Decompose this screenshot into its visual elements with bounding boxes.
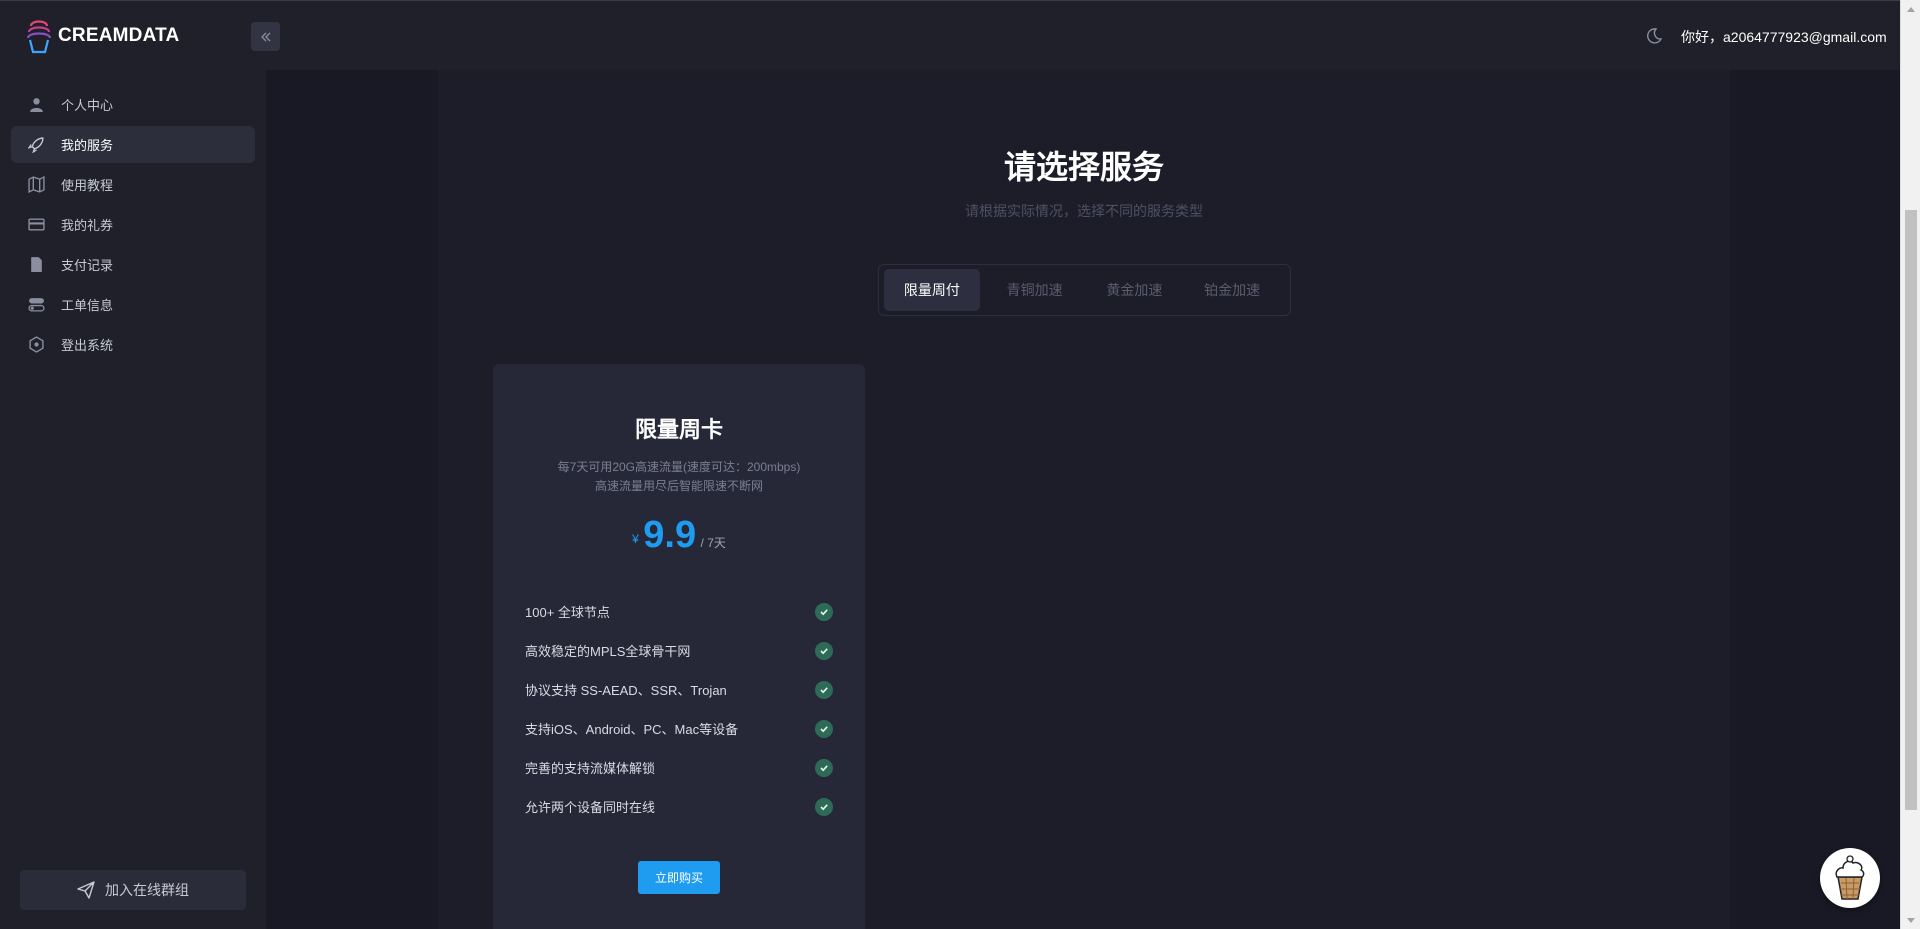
feature-item: 高效稳定的MPLS全球骨干网	[525, 631, 833, 670]
scroll-down-arrow-icon[interactable]	[1901, 912, 1920, 929]
price-unit: / 7天	[700, 536, 726, 550]
rocket-icon	[27, 136, 45, 154]
feature-item: 完善的支持流媒体解锁	[525, 748, 833, 787]
sidebar-item-label: 使用教程	[61, 178, 114, 193]
sidebar-item-label: 我的礼券	[61, 218, 114, 233]
sidebar-nav: 个人中心 我的服务 使用教程 我的礼券 支付记录 工单信息 登出系统	[11, 86, 255, 366]
sidebar-item-payments[interactable]: 支付记录	[11, 246, 255, 283]
sidebar-item-my-services[interactable]: 我的服务	[11, 126, 255, 163]
chat-widget-button[interactable]	[1820, 848, 1880, 908]
collapse-sidebar-button[interactable]	[251, 22, 280, 51]
feature-label: 允许两个设备同时在线	[525, 800, 656, 815]
send-icon	[77, 881, 95, 899]
feature-label: 协议支持 SS-AEAD、SSR、Trojan	[525, 683, 727, 698]
check-icon	[815, 602, 833, 621]
sidebar-item-label: 我的服务	[61, 138, 114, 153]
page-scrollbar[interactable]	[1900, 0, 1920, 929]
page-title: 请选择服务	[1003, 149, 1164, 185]
plan-desc-line: 高速流量用尽后智能限速不断网	[594, 479, 763, 493]
sidebar-item-label: 登出系统	[61, 338, 114, 353]
sidebar-item-logout[interactable]: 登出系统	[11, 326, 255, 363]
plan-description: 每7天可用20G高速流量(速度可达：200mbps) 高速流量用尽后智能限速不断…	[513, 458, 845, 496]
brand-name: CREAMDATA	[58, 25, 180, 46]
join-group-button[interactable]: 加入在线群组	[20, 870, 246, 910]
card-icon	[27, 216, 45, 234]
check-icon	[815, 719, 833, 738]
top-header: CREAMDATA 你好，a2064777923@gmail.com	[0, 0, 1900, 71]
cupcake-logo-icon	[26, 20, 52, 54]
sidebar-item-profile[interactable]: 个人中心	[11, 86, 255, 123]
plan-card: 限量周卡 每7天可用20G高速流量(速度可达：200mbps) 高速流量用尽后智…	[493, 364, 865, 929]
sidebar: 个人中心 我的服务 使用教程 我的礼券 支付记录 工单信息 登出系统 加入在线群…	[0, 70, 266, 929]
double-chevron-left-icon	[260, 32, 270, 41]
check-icon	[815, 797, 833, 816]
check-icon	[815, 641, 833, 660]
sidebar-item-coupons[interactable]: 我的礼券	[11, 206, 255, 243]
check-icon	[815, 680, 833, 699]
tab-gold[interactable]: 黄金加速	[1089, 269, 1179, 311]
main-left-gutter	[266, 70, 438, 929]
file-icon	[27, 256, 45, 274]
feature-label: 高效稳定的MPLS全球骨干网	[525, 644, 691, 659]
sidebar-item-tutorial[interactable]: 使用教程	[11, 166, 255, 203]
toggle-icon	[27, 296, 45, 314]
ice-cream-icon	[1835, 855, 1865, 900]
tab-bronze[interactable]: 青铜加速	[980, 269, 1090, 311]
feature-list: 100+ 全球节点 高效稳定的MPLS全球骨干网 协议支持 SS-AEAD、SS…	[525, 592, 833, 826]
service-tabs: 限量周付 青铜加速 黄金加速 铂金加速	[878, 264, 1291, 316]
buy-now-button[interactable]: 立即购买	[638, 861, 720, 894]
map-icon	[27, 176, 45, 194]
service-content: 请选择服务 请根据实际情况，选择不同的服务类型 限量周付 青铜加速 黄金加速 铂…	[438, 70, 1730, 929]
page-subtitle: 请根据实际情况，选择不同的服务类型	[965, 203, 1203, 219]
scrollbar-thumb[interactable]	[1905, 210, 1917, 810]
sidebar-item-label: 个人中心	[61, 98, 114, 113]
sidebar-item-label: 支付记录	[61, 258, 114, 273]
user-greeting[interactable]: 你好，a2064777923@gmail.com	[1681, 27, 1887, 47]
feature-item: 允许两个设备同时在线	[525, 787, 833, 826]
price-currency: ¥	[632, 532, 639, 546]
check-icon	[815, 758, 833, 777]
join-group-label: 加入在线群组	[105, 882, 189, 898]
tab-weekly[interactable]: 限量周付	[884, 269, 980, 311]
feature-label: 支持iOS、Android、PC、Mac等设备	[525, 722, 739, 737]
tab-platinum[interactable]: 铂金加速	[1179, 269, 1285, 311]
feature-item: 支持iOS、Android、PC、Mac等设备	[525, 709, 833, 748]
price-amount: 9.9	[643, 514, 697, 556]
main-right-gutter	[1730, 70, 1900, 929]
sidebar-item-tickets[interactable]: 工单信息	[11, 286, 255, 323]
scroll-up-arrow-icon[interactable]	[1901, 0, 1920, 17]
plan-desc-line: 每7天可用20G高速流量(速度可达：200mbps)	[557, 460, 801, 474]
plan-title: 限量周卡	[634, 417, 723, 442]
sidebar-item-label: 工单信息	[61, 298, 114, 313]
plan-price: ¥ 9.9 / 7天	[493, 514, 865, 557]
moon-icon[interactable]	[1645, 27, 1663, 45]
brand-logo[interactable]: CREAMDATA	[26, 18, 179, 54]
feature-item: 协议支持 SS-AEAD、SSR、Trojan	[525, 670, 833, 709]
hexagon-icon	[27, 336, 45, 354]
user-icon	[27, 96, 45, 114]
feature-label: 100+ 全球节点	[525, 605, 610, 620]
feature-label: 完善的支持流媒体解锁	[525, 761, 656, 776]
feature-item: 100+ 全球节点	[525, 592, 833, 631]
